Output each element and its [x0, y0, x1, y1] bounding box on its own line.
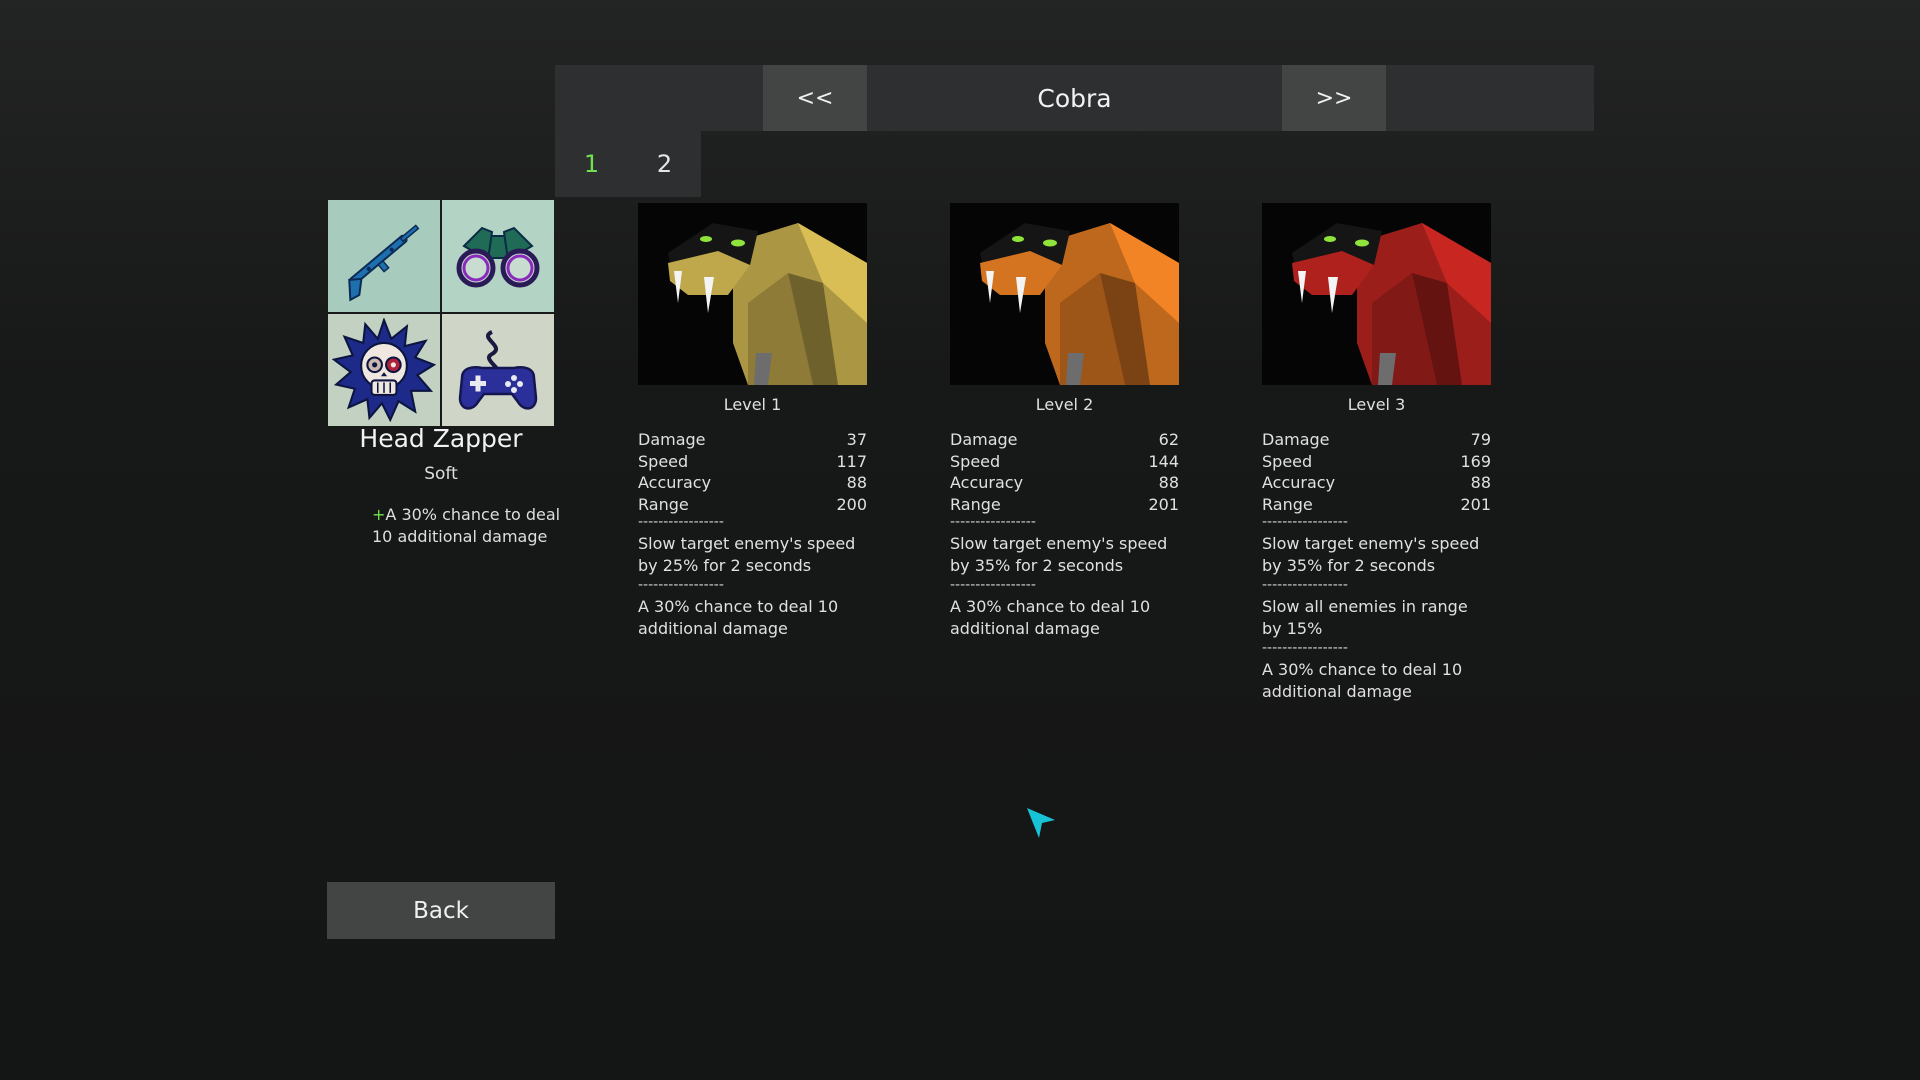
divider: ----------------- [1262, 578, 1348, 592]
tower-title: Cobra [1037, 83, 1112, 113]
upgrade-type: Soft [424, 464, 458, 484]
next-tower-button[interactable]: >> [1282, 65, 1386, 131]
upgrade-bonus: +A 30% chance to deal 10 additional dama… [372, 504, 562, 548]
stat-value: 88 [1470, 473, 1491, 492]
level-column-3: Level 3 Damage 79 Speed 169 Accuracy 88 Ran… [1262, 203, 1491, 704]
divider: ----------------- [638, 578, 724, 592]
stat-row-speed: Speed 117 [638, 451, 867, 473]
stat-row-damage: Damage 37 [638, 429, 867, 451]
gamepad-upgrade-tile[interactable] [442, 314, 554, 426]
cobra-eye-right [731, 239, 745, 247]
stat-value: 79 [1470, 430, 1491, 449]
stat-value: 88 [846, 473, 867, 492]
stat-value: 201 [1148, 494, 1179, 514]
effect-text: Slow target enemy's speed by 35% for 2 s… [1262, 534, 1480, 575]
cobra-level-1-portrait [638, 203, 867, 385]
level-column-2: Level 2 Damage 62 Speed 144 Accuracy 88 Ran… [950, 203, 1179, 641]
stat-value: 117 [836, 451, 867, 471]
stat-name: Speed [950, 451, 1001, 471]
stat-row-damage: Damage 62 [950, 429, 1179, 451]
stat-row-accuracy: Accuracy 88 [1262, 472, 1491, 494]
stat-value: 62 [1158, 430, 1179, 449]
stat-row-damage: Damage 79 [1262, 429, 1491, 451]
stat-name: Accuracy [950, 473, 1024, 492]
stat-row-speed: Speed 169 [1262, 451, 1491, 473]
cobra-level-3-portrait [1262, 203, 1491, 385]
effect-text: Slow all enemies in range by 15% [1262, 597, 1468, 638]
page-tabs: 1 2 [555, 131, 701, 197]
rifle-icon [348, 224, 420, 302]
stat-name: Damage [950, 430, 1018, 449]
bonus-plus-sign: + [372, 505, 386, 524]
stat-value: 144 [1148, 451, 1179, 471]
stat-value: 200 [836, 494, 867, 514]
upgrade-name: Head Zapper [359, 424, 523, 453]
stat-row-speed: Speed 144 [950, 451, 1179, 473]
stat-value: 201 [1460, 494, 1491, 514]
effect-text: A 30% chance to deal 10 additional damag… [638, 597, 839, 638]
stat-row-range: Range 201 [1262, 494, 1491, 516]
skull-icon [332, 318, 436, 422]
skull-upgrade-tile[interactable] [328, 314, 440, 426]
page-tab-1[interactable]: 1 [555, 131, 628, 197]
stat-value: 37 [846, 430, 867, 449]
stat-value: 169 [1460, 451, 1491, 471]
effect-text: A 30% chance to deal 10 additional damag… [950, 597, 1151, 638]
stat-name: Range [638, 494, 689, 514]
effect-text: Slow target enemy's speed by 25% for 2 s… [638, 534, 856, 575]
stat-name: Damage [638, 430, 706, 449]
stat-row-range: Range 200 [638, 494, 867, 516]
rifle-upgrade-tile[interactable] [328, 200, 440, 312]
stat-value: 88 [1158, 473, 1179, 492]
divider: ----------------- [638, 515, 724, 529]
upgrade-icon-grid [328, 200, 554, 426]
effect-text: Slow target enemy's speed by 35% for 2 s… [950, 534, 1168, 575]
mouse-cursor-icon [1027, 808, 1055, 838]
stat-name: Range [950, 494, 1001, 514]
stat-name: Accuracy [638, 473, 712, 492]
level-column-1: Level 1 Damage 37 Speed 117 Accuracy 88 Ran… [638, 203, 867, 641]
stat-row-accuracy: Accuracy 88 [950, 472, 1179, 494]
divider: ----------------- [1262, 515, 1348, 529]
gamepad-icon [458, 330, 538, 410]
level-label: Level 2 [1035, 395, 1094, 414]
upgrade-bonus-text: A 30% chance to deal 10 additional damag… [372, 505, 561, 546]
divider: ----------------- [1262, 641, 1348, 655]
cobra-eye-left [700, 236, 712, 242]
stat-name: Speed [1262, 451, 1313, 471]
stat-row-range: Range 201 [950, 494, 1179, 516]
back-button[interactable]: Back [327, 882, 555, 939]
stat-name: Damage [1262, 430, 1330, 449]
cobra-eye-left [1012, 236, 1024, 242]
cobra-eye-right [1043, 239, 1057, 247]
cobra-eye-left [1324, 236, 1336, 242]
stat-row-accuracy: Accuracy 88 [638, 472, 867, 494]
stat-name: Speed [638, 451, 689, 471]
page-tab-2[interactable]: 2 [628, 131, 701, 197]
divider: ----------------- [950, 578, 1036, 592]
divider: ----------------- [950, 515, 1036, 529]
level-label: Level 3 [1347, 395, 1406, 414]
binoculars-icon [456, 226, 540, 288]
stat-name: Range [1262, 494, 1313, 514]
level-label: Level 1 [723, 395, 782, 414]
cobra-level-2-portrait [950, 203, 1179, 385]
effect-text: A 30% chance to deal 10 additional damag… [1262, 660, 1463, 701]
cobra-eye-right [1355, 239, 1369, 247]
stat-name: Accuracy [1262, 473, 1336, 492]
previous-tower-button[interactable]: << [763, 65, 867, 131]
binoculars-upgrade-tile[interactable] [442, 200, 554, 312]
